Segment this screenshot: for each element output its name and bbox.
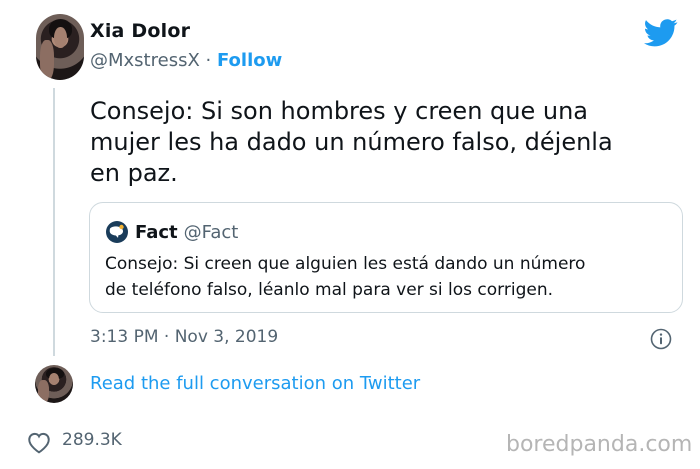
author-display-name[interactable]: Xia Dolor [90,20,190,42]
tweet-text-line: mujer les ha dado un número falso, déjen… [90,128,613,156]
quoted-author-handle[interactable]: @Fact [184,222,239,243]
quoted-author-name[interactable]: Fact [135,222,178,243]
follow-button[interactable]: Follow [217,50,282,71]
avatar-arm-shape [38,380,50,403]
quoted-tweet-header: Fact @Fact [105,220,238,244]
heart-icon[interactable] [26,430,52,454]
author-handle-row: @MxstressX · Follow [90,50,282,71]
quoted-tweet-text-line: Consejo: Si creen que alguien les está d… [105,254,586,274]
quoted-tweet-card[interactable]: Fact @Fact Consejo: Si creen que alguien… [89,202,683,313]
tweet-text: Consejo: Si son hombres y creen que una … [90,96,670,189]
read-conversation-link[interactable]: Read the full conversation on Twitter [90,373,420,394]
quoted-tweet-text: Consejo: Si creen que alguien les está d… [105,251,675,303]
avatar-face-shape [54,27,67,49]
like-count[interactable]: 289.3K [62,430,122,450]
info-icon[interactable] [650,328,672,350]
tweet-text-line: Consejo: Si son hombres y creen que una [90,97,588,125]
author-handle[interactable]: @MxstressX [90,50,200,71]
avatar-face-shape [49,372,60,385]
quoted-tweet-text-line: de teléfono falso, léanlo mal para ver s… [105,280,554,300]
thread-line [53,88,55,356]
author-avatar-small[interactable] [35,365,73,403]
fact-logo-icon [106,221,128,243]
boredpanda-watermark: boredpanda.com [506,432,693,457]
twitter-bird-icon[interactable] [644,18,678,48]
tweet-timestamp[interactable]: 3:13 PM · Nov 3, 2019 [90,327,278,347]
avatar-arm-shape [39,40,55,80]
author-avatar[interactable] [36,14,84,80]
tweet-text-line: en paz. [90,159,178,187]
handle-separator: · [199,50,217,71]
